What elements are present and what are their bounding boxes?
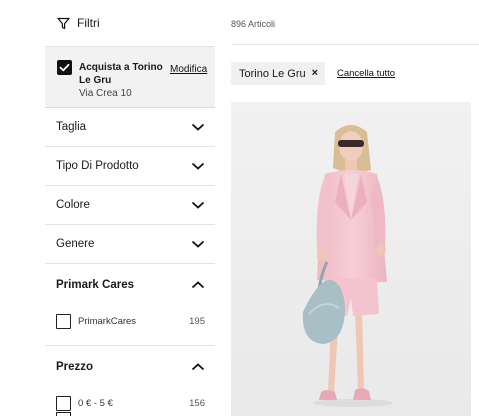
chevron-down-icon — [191, 240, 205, 248]
filter-section-primark-cares[interactable]: Primark Cares — [45, 264, 215, 306]
filter-option-primarkcares[interactable]: PrimarkCares 195 — [45, 306, 215, 336]
filters-header: Filtri — [45, 0, 215, 46]
filter-section-label: Primark Cares — [56, 279, 134, 291]
option-label: PrimarkCares — [78, 315, 137, 327]
filter-section-label: Tipo Di Prodotto — [56, 160, 139, 172]
chevron-up-icon — [191, 363, 205, 371]
option-checkbox[interactable] — [56, 313, 71, 329]
filter-section-label: Genere — [56, 238, 95, 250]
chevron-down-icon — [191, 201, 205, 209]
filter-section-label: Colore — [56, 199, 90, 211]
results-divider — [231, 44, 479, 45]
filters-title: Filtri — [77, 16, 100, 30]
chevron-up-icon — [191, 281, 205, 289]
chip-label: Torino Le Gru — [239, 67, 306, 80]
option-checkbox[interactable] — [56, 412, 71, 416]
filters-sidebar: Filtri Acquista a Torino Le Gru Via Crea… — [45, 0, 215, 416]
clear-all-filters-link[interactable]: Cancella tutto — [337, 68, 395, 79]
filter-section-colore[interactable]: Colore — [45, 186, 215, 225]
store-address: Via Crea 10 — [79, 88, 132, 99]
filter-section-label: Prezzo — [56, 361, 94, 373]
option-checkbox[interactable] — [56, 395, 71, 411]
filter-funnel-icon — [57, 17, 70, 30]
active-filter-chip[interactable]: Torino Le Gru × — [231, 62, 326, 85]
close-icon[interactable]: × — [312, 68, 318, 79]
filter-section-taglia[interactable]: Taglia — [45, 108, 215, 147]
filter-section-prezzo[interactable]: Prezzo — [45, 346, 215, 388]
filter-section-genere[interactable]: Genere — [45, 225, 215, 264]
filter-section-tipo-di-prodotto[interactable]: Tipo Di Prodotto — [45, 147, 215, 186]
store-filter: Acquista a Torino Le Gru Via Crea 10 Mod… — [45, 46, 215, 108]
chevron-down-icon — [191, 162, 205, 170]
checkmark-icon — [59, 63, 70, 72]
option-count: 195 — [189, 315, 205, 327]
results-panel: 896 Articoli Torino Le Gru × Cancella tu… — [231, 0, 479, 416]
option-count: 156 — [189, 397, 205, 409]
store-title: Acquista a Torino Le Gru — [79, 62, 163, 86]
modify-store-link[interactable]: Modifica — [169, 64, 209, 75]
filter-section-label: Taglia — [56, 121, 87, 133]
product-card-image[interactable] — [231, 102, 471, 416]
results-count: 896 Articoli — [231, 19, 276, 29]
product-photo — [231, 102, 471, 416]
chevron-down-icon — [191, 123, 205, 131]
option-label: 0 € - 5 € — [78, 397, 113, 409]
store-checkbox[interactable] — [57, 60, 72, 75]
